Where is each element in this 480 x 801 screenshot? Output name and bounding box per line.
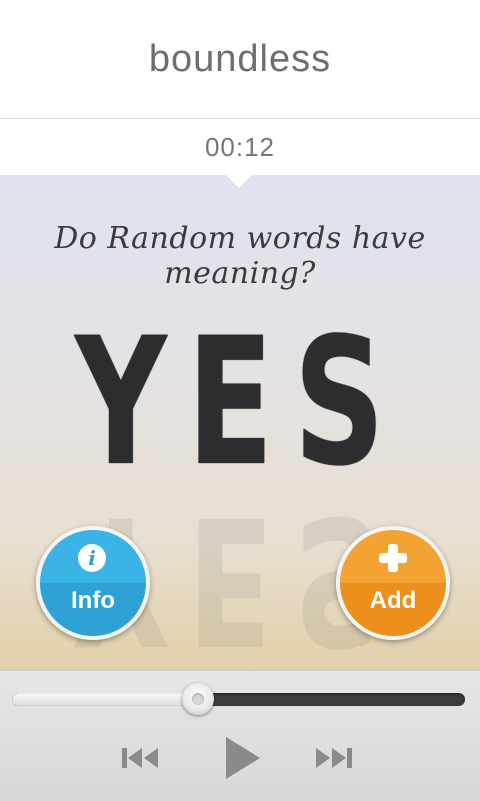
skip-next-button[interactable] [312,743,354,773]
player-controls [0,670,480,801]
add-button[interactable]: Add [336,526,450,640]
title-bar: boundless [0,0,480,119]
play-icon [226,737,260,779]
time-bar: 00:12 [0,119,480,175]
skip-previous-button[interactable] [120,743,162,773]
skip-next-icon [316,748,352,768]
seek-bar[interactable] [12,683,465,715]
artwork-question-text: Do Random words have meaning? [54,221,426,291]
info-icon: i [78,544,106,572]
seek-bar-played [12,693,198,706]
artwork-big-word: YES [74,300,406,505]
app-title: boundless [148,37,332,80]
info-button-label: Info [71,587,115,614]
skip-previous-icon [122,748,158,768]
pointer-notch [224,173,254,188]
add-button-label: Add [369,587,417,614]
elapsed-time: 00:12 [204,131,276,162]
play-button[interactable] [222,735,262,781]
plus-icon [379,544,407,572]
info-button[interactable]: i Info [36,526,150,640]
album-artwork: Do Random words have meaning? YES YES i … [0,175,480,670]
seek-bar-thumb[interactable] [182,683,214,715]
